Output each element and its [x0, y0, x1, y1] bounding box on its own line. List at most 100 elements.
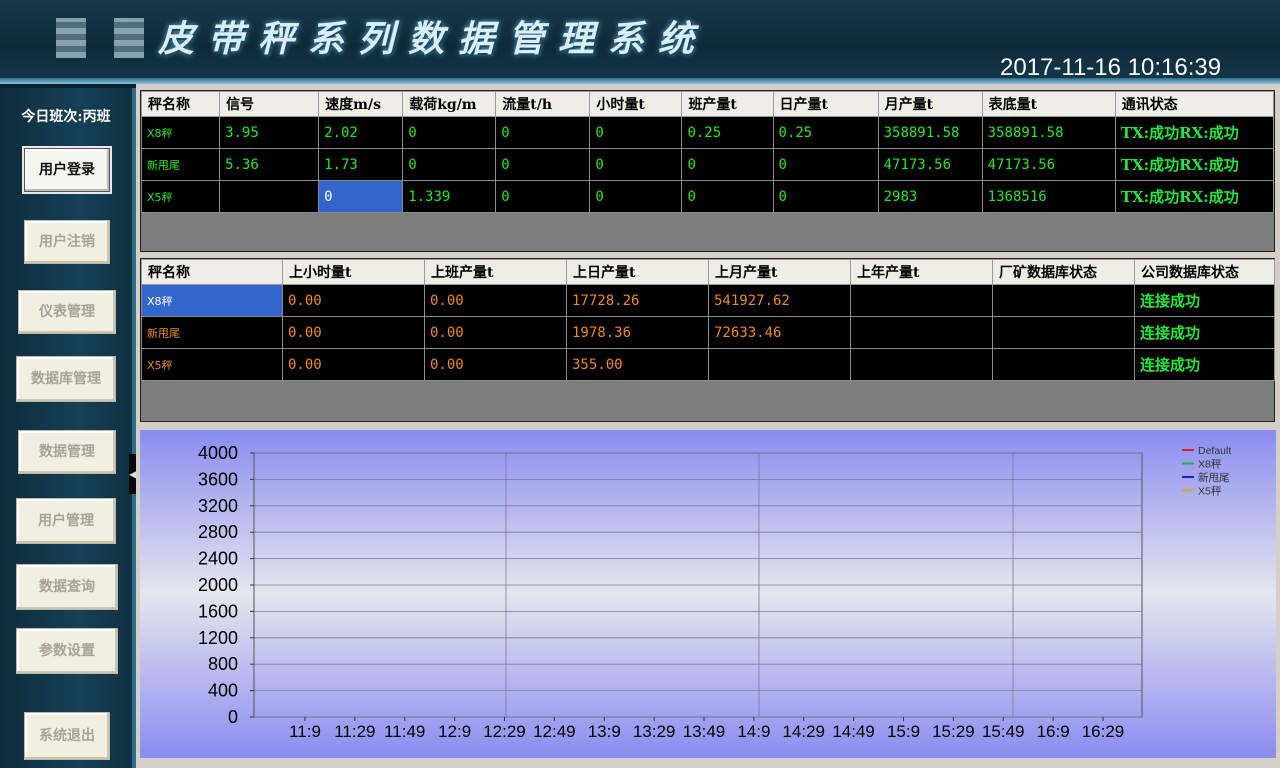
table-cell[interactable]: 0	[402, 116, 497, 149]
table-cell[interactable]: 355.00	[566, 348, 709, 381]
table-cell[interactable]: 2983	[877, 180, 983, 213]
table-row[interactable]: X8秤 3.95 2.02 0 0 0 0.25 0.25 358891.58 …	[140, 116, 1275, 149]
scale-name-cell[interactable]: X5秤	[140, 180, 221, 213]
table-cell[interactable]: 0	[495, 116, 591, 149]
table-cell[interactable]: 2.02	[318, 116, 404, 149]
table-cell[interactable]	[992, 316, 1135, 349]
database-management-button[interactable]: 数据库管理	[16, 356, 116, 402]
table-cell[interactable]: 0.00	[424, 284, 567, 317]
table-cell[interactable]: 1.339	[402, 180, 497, 213]
table-cell[interactable]: 17728.26	[566, 284, 709, 317]
col-scale-name[interactable]: 秤名称	[141, 259, 283, 285]
col-plant-db-status[interactable]: 厂矿数据库状态	[992, 259, 1135, 285]
col-last-year[interactable]: 上年产量t	[850, 259, 993, 285]
y-tick-label: 1600	[198, 601, 238, 621]
col-last-month[interactable]: 上月产量t	[708, 259, 851, 285]
col-shift-output[interactable]: 班产量t	[681, 91, 774, 117]
legend-label: Default	[1198, 445, 1231, 457]
table-cell[interactable]: 0	[772, 148, 879, 181]
y-tick-label: 0	[228, 707, 238, 727]
col-month-output[interactable]: 月产量t	[877, 91, 983, 117]
col-last-shift[interactable]: 上班产量t	[424, 259, 567, 285]
comm-status-cell[interactable]: TX:成功RX:成功	[1114, 148, 1275, 181]
table-cell[interactable]: 47173.56	[877, 148, 983, 181]
history-data-grid[interactable]: 秤名称 上小时量t 上班产量t 上日产量t 上月产量t 上年产量t 厂矿数据库状…	[140, 258, 1275, 422]
table-cell[interactable]: 1368516	[981, 180, 1116, 213]
logout-button[interactable]: 用户注销	[24, 220, 110, 264]
table-cell[interactable]: 0	[495, 148, 591, 181]
table-cell[interactable]	[850, 284, 993, 317]
realtime-data-grid[interactable]: 秤名称 信号 速度m/s 载荷kg/m 流量t/h 小时量t 班产量t 日产量t…	[140, 90, 1275, 252]
table-cell[interactable]: 1.73	[318, 148, 404, 181]
selected-cell[interactable]: 0	[318, 180, 404, 213]
table-row[interactable]: X8秤 0.00 0.00 17728.26 541927.62 连接成功	[141, 284, 1275, 317]
scale-name-cell[interactable]: 新甩尾	[140, 148, 221, 181]
table-row[interactable]: 新甩尾 5.36 1.73 0 0 0 0 0 47173.56 47173.5…	[140, 148, 1275, 181]
db-status-cell[interactable]: 连接成功	[1134, 284, 1275, 317]
scale-name-cell[interactable]: X8秤	[141, 284, 283, 317]
table-cell[interactable]	[850, 316, 993, 349]
parameter-settings-button[interactable]: 参数设置	[16, 628, 118, 674]
table-cell[interactable]: 0.00	[424, 316, 567, 349]
table-cell[interactable]: 541927.62	[708, 284, 851, 317]
table-cell[interactable]	[992, 348, 1135, 381]
table-cell[interactable]: 0.00	[282, 284, 425, 317]
table-cell[interactable]	[992, 284, 1135, 317]
table-cell[interactable]: 3.95	[219, 116, 320, 149]
col-meter-total[interactable]: 表底量t	[981, 91, 1116, 117]
table-cell[interactable]: 0.25	[681, 116, 774, 149]
comm-status-cell[interactable]: TX:成功RX:成功	[1114, 116, 1275, 149]
table-cell[interactable]: 358891.58	[981, 116, 1116, 149]
exit-button[interactable]: 系统退出	[24, 712, 110, 760]
db-status-cell[interactable]: 连接成功	[1134, 316, 1275, 349]
table-cell[interactable]: 47173.56	[981, 148, 1116, 181]
col-last-day[interactable]: 上日产量t	[566, 259, 709, 285]
table-cell[interactable]: 358891.58	[877, 116, 983, 149]
data-management-button[interactable]: 数据管理	[18, 430, 116, 474]
table-row[interactable]: 新甩尾 0.00 0.00 1978.36 72633.46 连接成功	[141, 316, 1275, 349]
col-last-hour[interactable]: 上小时量t	[282, 259, 425, 285]
user-management-button[interactable]: 用户管理	[16, 498, 116, 544]
y-tick-label: 3200	[198, 496, 238, 516]
col-hour-output[interactable]: 小时量t	[589, 91, 683, 117]
table-cell[interactable]: 0	[589, 116, 683, 149]
col-comm-status[interactable]: 通讯状态	[1114, 91, 1275, 117]
col-load[interactable]: 载荷kg/m	[402, 91, 497, 117]
col-signal[interactable]: 信号	[219, 91, 320, 117]
table-cell[interactable]: 0	[589, 148, 683, 181]
db-status-cell[interactable]: 连接成功	[1134, 348, 1275, 381]
x-tick-label: 11:29	[334, 722, 375, 741]
col-scale-name[interactable]: 秤名称	[140, 91, 221, 117]
table-cell[interactable]	[708, 348, 851, 381]
table-cell[interactable]: 72633.46	[708, 316, 851, 349]
instrument-management-button[interactable]: 仪表管理	[18, 290, 116, 334]
table-cell[interactable]: 0	[589, 180, 683, 213]
scale-name-cell[interactable]: X8秤	[140, 116, 221, 149]
col-speed[interactable]: 速度m/s	[318, 91, 404, 117]
table-cell[interactable]: 1978.36	[566, 316, 709, 349]
col-company-db-status[interactable]: 公司数据库状态	[1134, 259, 1275, 285]
table-row[interactable]: X5秤 0.00 0.00 355.00 连接成功	[141, 348, 1275, 381]
table-cell[interactable]: 0	[772, 180, 879, 213]
table-cell[interactable]: 5.36	[219, 148, 320, 181]
scale-name-cell[interactable]: 新甩尾	[141, 316, 283, 349]
col-day-output[interactable]: 日产量t	[772, 91, 879, 117]
table-cell[interactable]: 0	[681, 148, 774, 181]
table-cell[interactable]	[219, 180, 320, 213]
col-flow[interactable]: 流量t/h	[495, 91, 591, 117]
table-cell[interactable]: 0.00	[282, 316, 425, 349]
table-cell[interactable]: 0	[681, 180, 774, 213]
table-cell[interactable]	[850, 348, 993, 381]
login-button[interactable]: 用户登录	[24, 148, 110, 192]
scale-name-cell[interactable]: X5秤	[141, 348, 283, 381]
production-trend-chart: 0 400 800 1200 1600 2000 2400 2800 3200 3600 4000 1…	[140, 430, 1276, 758]
table-row[interactable]: X5秤 0 1.339 0 0 0 0 2983 1368516 TX:成功RX…	[140, 180, 1275, 213]
data-query-button[interactable]: 数据查询	[16, 564, 118, 610]
table-cell[interactable]: 0	[402, 148, 497, 181]
table-cell[interactable]: 0.00	[424, 348, 567, 381]
comm-status-cell[interactable]: TX:成功RX:成功	[1114, 180, 1275, 213]
table-cell[interactable]: 0.25	[772, 116, 879, 149]
table-cell[interactable]: 0	[495, 180, 591, 213]
table-cell[interactable]: 0.00	[282, 348, 425, 381]
y-tick-label: 800	[208, 654, 238, 674]
